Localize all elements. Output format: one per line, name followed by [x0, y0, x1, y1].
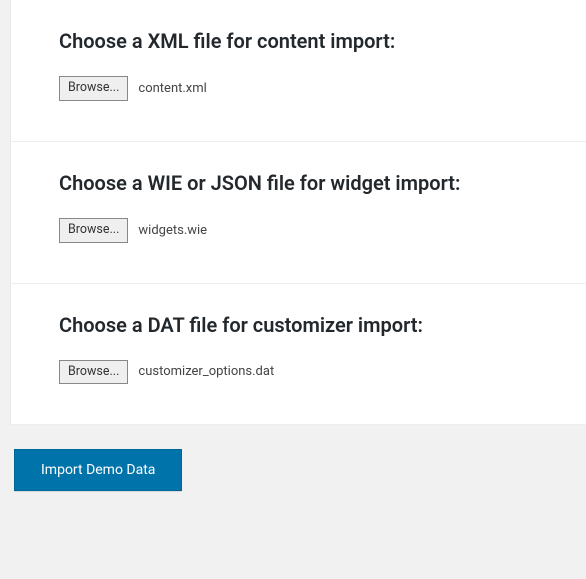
- widget-browse-button[interactable]: Browse...: [59, 218, 128, 243]
- widget-import-title: Choose a WIE or JSON file for widget imp…: [59, 170, 538, 196]
- customizer-import-section: Choose a DAT file for customizer import:…: [11, 284, 586, 426]
- footer-actions: Import Demo Data: [0, 425, 586, 491]
- content-import-section: Choose a XML file for content import: Br…: [11, 0, 586, 142]
- widget-import-section: Choose a WIE or JSON file for widget imp…: [11, 142, 586, 284]
- widget-file-name: widgets.wie: [138, 223, 207, 238]
- customizer-file-name: customizer_options.dat: [138, 364, 274, 379]
- widget-file-row: Browse... widgets.wie: [59, 218, 538, 243]
- customizer-browse-button[interactable]: Browse...: [59, 360, 128, 385]
- content-browse-button[interactable]: Browse...: [59, 76, 128, 101]
- customizer-import-title: Choose a DAT file for customizer import:: [59, 312, 538, 338]
- content-import-title: Choose a XML file for content import:: [59, 28, 538, 54]
- import-panel: Choose a XML file for content import: Br…: [10, 0, 586, 425]
- content-file-name: content.xml: [138, 81, 206, 96]
- content-file-row: Browse... content.xml: [59, 76, 538, 101]
- import-demo-data-button[interactable]: Import Demo Data: [14, 449, 182, 491]
- customizer-file-row: Browse... customizer_options.dat: [59, 360, 538, 385]
